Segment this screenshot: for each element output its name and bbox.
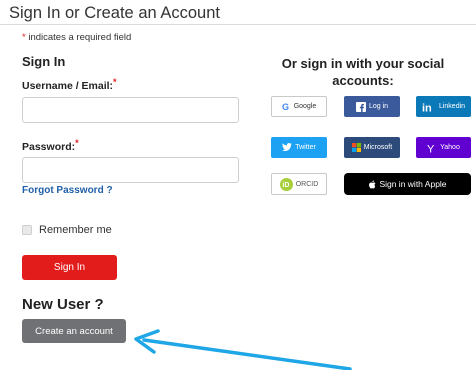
forgot-password-link[interactable]: Forgot Password ?	[22, 185, 113, 196]
linkedin-icon: in	[422, 102, 436, 112]
remember-me[interactable]: Remember me	[22, 224, 112, 236]
username-label-text: Username / Email:	[22, 80, 114, 92]
facebook-label: Log in	[368, 103, 389, 110]
required-star: *	[113, 77, 117, 87]
apple-signin-button[interactable]: Sign in with Apple	[344, 173, 471, 195]
orcid-label: ORCID	[295, 180, 319, 188]
svg-text:Y: Y	[427, 143, 435, 153]
orcid-signin-button[interactable]: iD ORCID	[271, 173, 327, 195]
twitter-label: Twitter	[295, 144, 316, 151]
required-note-text: indicates a required field	[25, 32, 132, 43]
linkedin-label: Linkedin	[438, 103, 466, 110]
password-label-text: Password:	[22, 141, 76, 153]
yahoo-icon: Y	[427, 143, 437, 153]
apple-icon	[368, 180, 376, 189]
microsoft-icon	[351, 143, 361, 152]
page-title: Sign In or Create an Account	[9, 4, 220, 22]
apple-label: Sign in with Apple	[379, 179, 447, 189]
remember-me-checkbox[interactable]	[22, 225, 32, 235]
svg-text:in: in	[422, 102, 432, 112]
signin-heading: Sign In	[22, 54, 66, 69]
title-divider	[0, 24, 476, 25]
google-signin-button[interactable]: G Google	[271, 96, 327, 117]
password-label: Password:*	[22, 138, 79, 153]
signin-button[interactable]: Sign In	[22, 255, 117, 280]
linkedin-signin-button[interactable]: in Linkedin	[416, 96, 471, 117]
username-label: Username / Email:*	[22, 77, 117, 92]
google-icon: G	[282, 102, 291, 111]
twitter-icon	[282, 143, 293, 152]
microsoft-label: Microsoft	[363, 144, 393, 151]
orcid-icon: iD	[279, 177, 293, 191]
svg-text:G: G	[282, 102, 289, 111]
twitter-signin-button[interactable]: Twitter	[271, 137, 327, 158]
google-label: Google	[293, 103, 317, 110]
microsoft-signin-button[interactable]: Microsoft	[344, 137, 400, 158]
create-account-button[interactable]: Create an account	[22, 319, 126, 343]
yahoo-label: Yahoo	[440, 144, 460, 151]
svg-text:iD: iD	[282, 182, 289, 189]
social-signin-heading: Or sign in with your social accounts:	[281, 56, 445, 88]
required-field-note: * indicates a required field	[22, 32, 131, 43]
facebook-signin-button[interactable]: Log in	[344, 96, 400, 117]
facebook-icon	[355, 101, 366, 112]
password-input[interactable]	[22, 157, 239, 183]
username-input[interactable]	[22, 97, 239, 123]
remember-me-label: Remember me	[39, 224, 112, 236]
required-star: *	[75, 138, 79, 148]
yahoo-signin-button[interactable]: Y Yahoo	[416, 137, 471, 158]
new-user-heading: New User ?	[22, 296, 104, 313]
